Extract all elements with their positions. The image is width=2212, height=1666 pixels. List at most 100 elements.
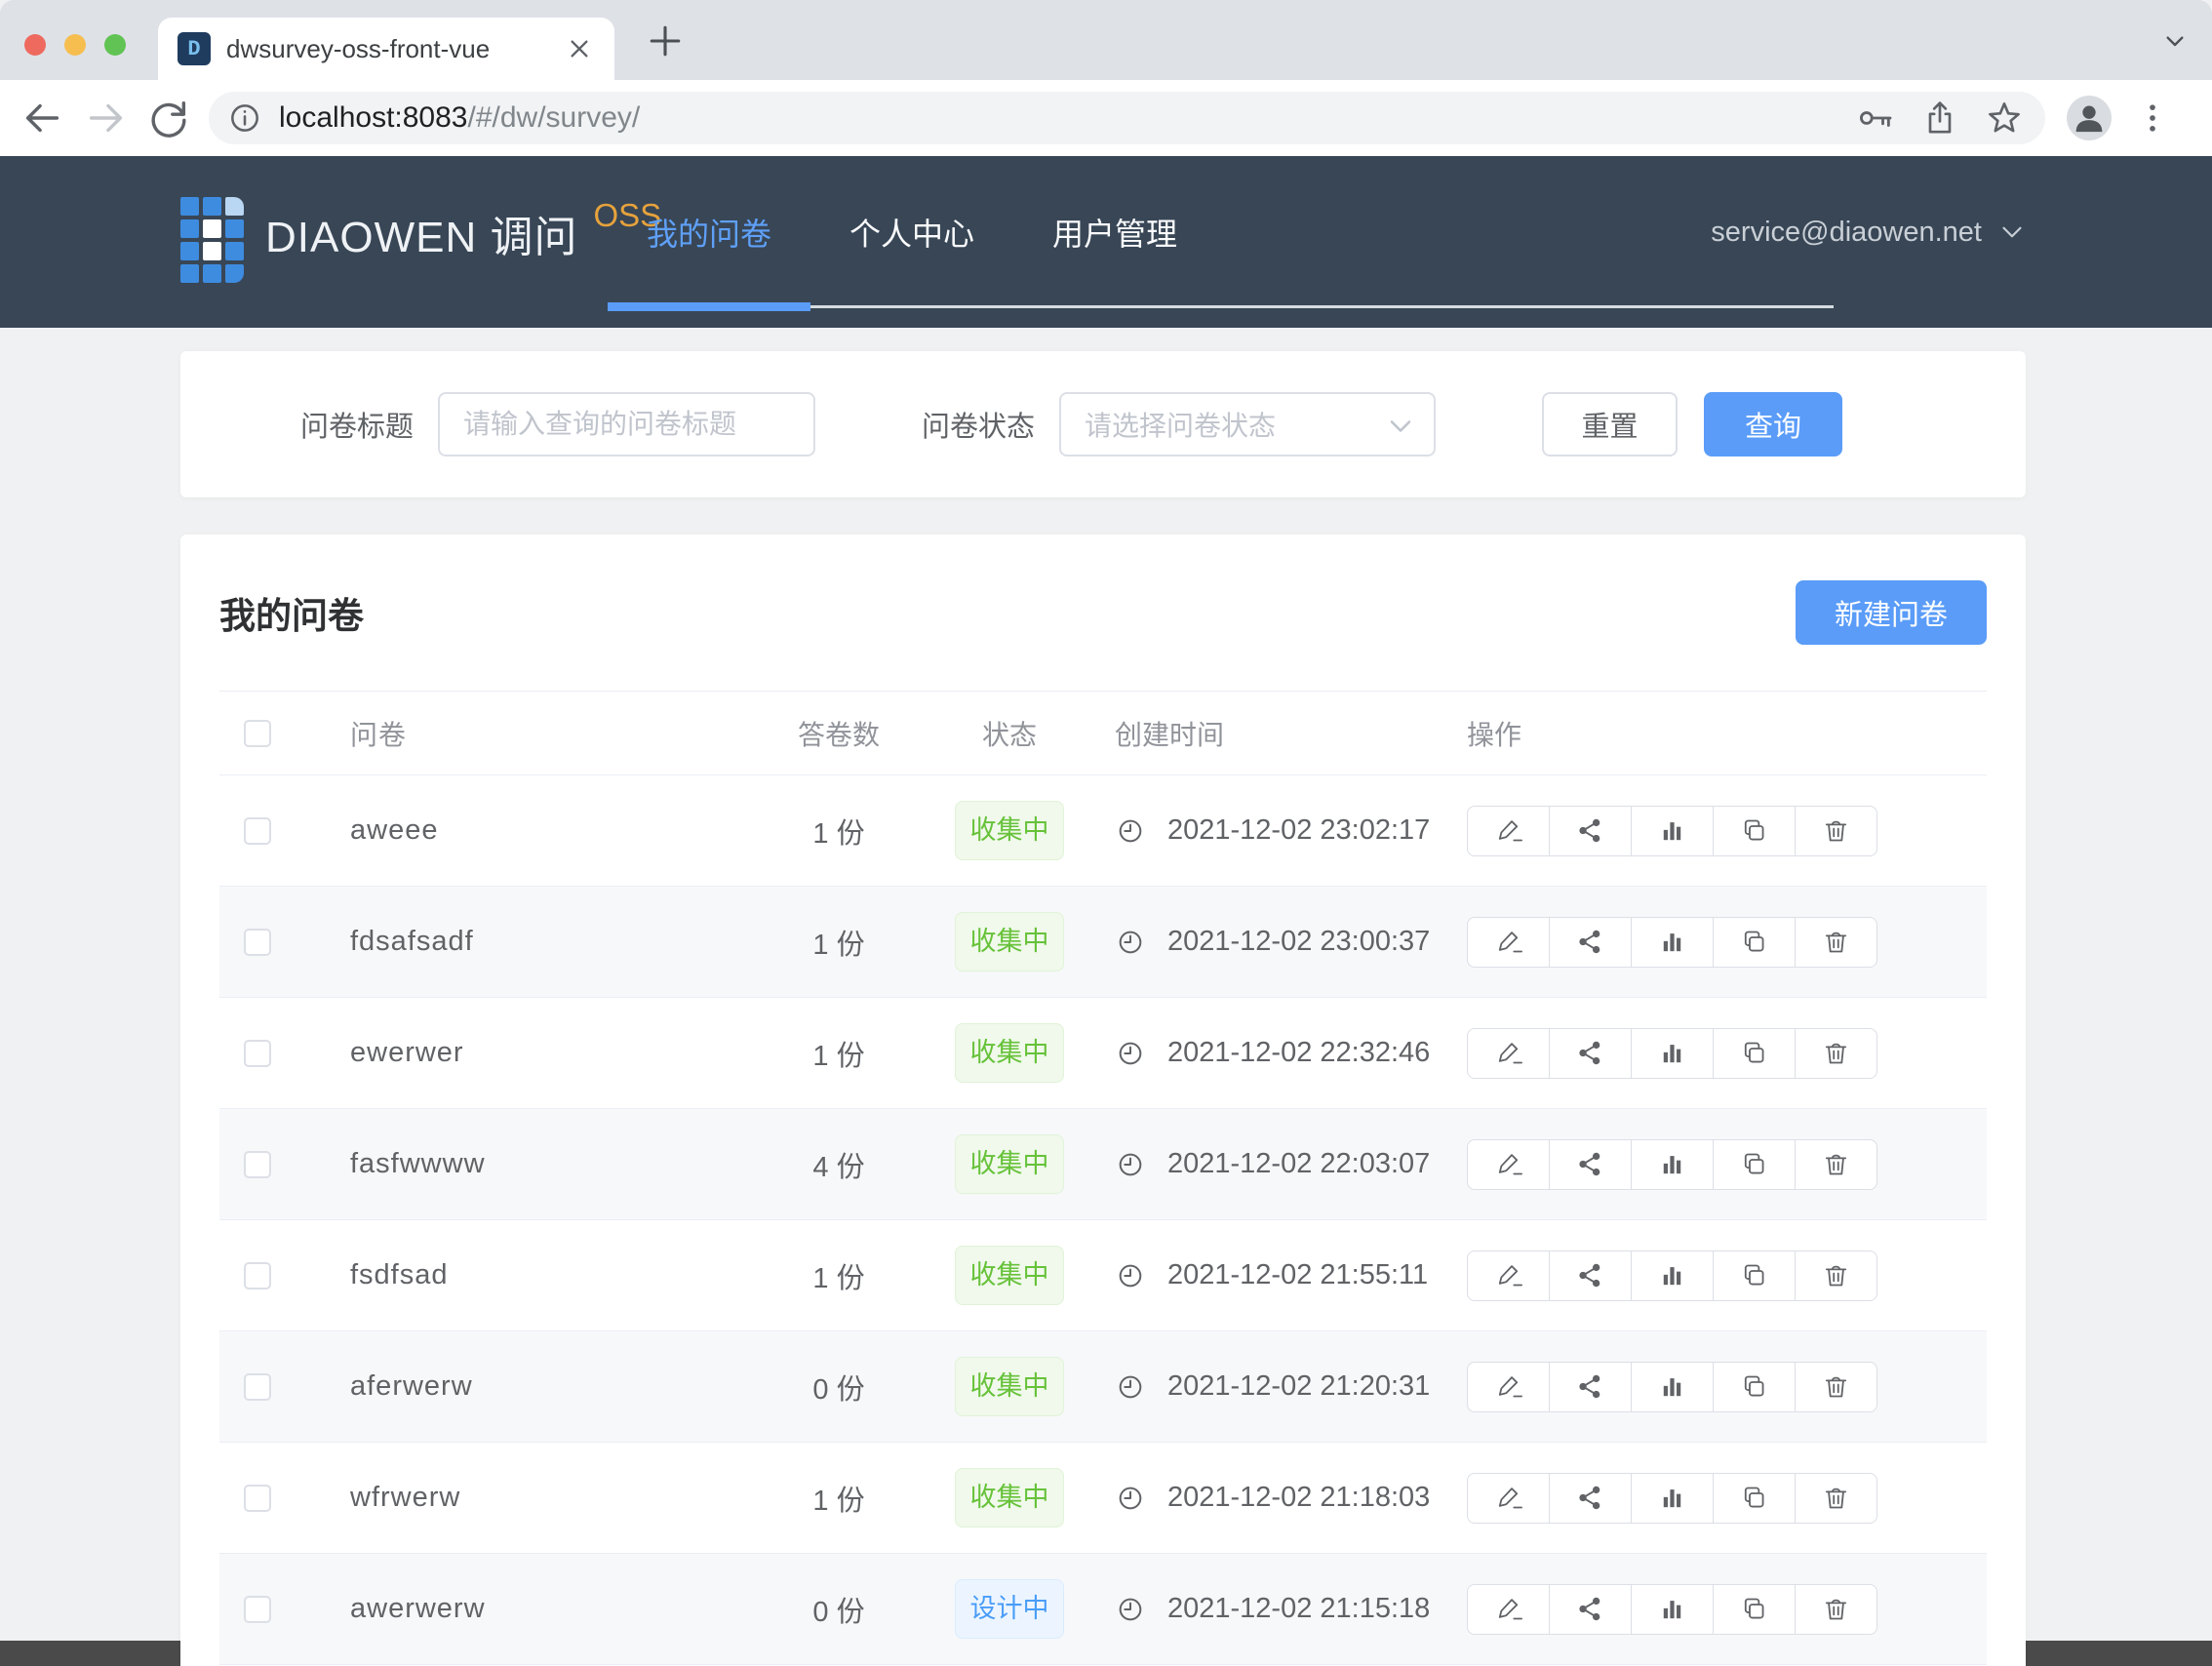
stats-button[interactable] [1631, 1584, 1714, 1635]
stats-button[interactable] [1631, 917, 1714, 968]
window-minimize-button[interactable] [64, 34, 86, 56]
edit-icon [1493, 1483, 1523, 1513]
window-zoom-button[interactable] [104, 34, 126, 56]
trash-icon [1821, 1371, 1851, 1402]
row-checkbox[interactable] [244, 1596, 271, 1623]
select-all-checkbox[interactable] [244, 720, 271, 747]
survey-name[interactable]: fdsafsadf [327, 926, 766, 958]
diaowen-logo[interactable]: DIAOWEN 调问 OSS [180, 195, 661, 283]
copy-button[interactable] [1713, 1362, 1796, 1412]
row-checkbox[interactable] [244, 1262, 271, 1289]
status-badge: 设计中 [955, 1579, 1064, 1639]
share-button[interactable] [1549, 1584, 1632, 1635]
stats-button[interactable] [1631, 1028, 1714, 1079]
delete-button[interactable] [1795, 1362, 1877, 1412]
nav-item-my-surveys[interactable]: 我的问卷 [608, 210, 810, 255]
share-button[interactable] [1549, 806, 1632, 856]
stats-button[interactable] [1631, 1250, 1714, 1301]
copy-button[interactable] [1713, 1139, 1796, 1190]
new-tab-plus-icon[interactable] [644, 20, 687, 62]
password-key-icon[interactable] [1856, 99, 1895, 138]
url-bar-actions [1856, 99, 2024, 138]
delete-button[interactable] [1795, 1584, 1877, 1635]
back-arrow-icon[interactable] [20, 96, 64, 140]
row-action-group [1467, 917, 1877, 968]
share-button[interactable] [1549, 1473, 1632, 1524]
row-checkbox[interactable] [244, 1373, 271, 1401]
stats-button[interactable] [1631, 1473, 1714, 1524]
delete-button[interactable] [1795, 1473, 1877, 1524]
stats-button[interactable] [1631, 1362, 1714, 1412]
copy-button[interactable] [1713, 1028, 1796, 1079]
table-row: fdsafsadf 1 份 收集中 2021-12-02 23:00:37 [219, 887, 1987, 998]
edit-icon [1493, 1260, 1523, 1290]
reset-button[interactable]: 重置 [1542, 392, 1678, 456]
forward-arrow-icon[interactable] [84, 96, 129, 140]
row-checkbox[interactable] [244, 1485, 271, 1512]
survey-name[interactable]: fasfwwww [327, 1148, 766, 1180]
nav-item-personal-center[interactable]: 个人中心 [810, 210, 1013, 255]
url-bar[interactable]: localhost:8083/#/dw/survey/ [209, 92, 2045, 144]
nav-item-user-management[interactable]: 用户管理 [1013, 210, 1216, 255]
row-checkbox[interactable] [244, 817, 271, 845]
row-checkbox[interactable] [244, 1040, 271, 1067]
copy-button[interactable] [1713, 917, 1796, 968]
reload-icon[interactable] [146, 96, 191, 140]
survey-name[interactable]: wfrwerw [327, 1482, 766, 1514]
copy-button[interactable] [1713, 1584, 1796, 1635]
survey-status-select[interactable]: 请选择问卷状态 [1059, 392, 1436, 456]
share-button[interactable] [1549, 1028, 1632, 1079]
share-button[interactable] [1549, 917, 1632, 968]
profile-avatar-icon[interactable] [2067, 96, 2112, 140]
edit-button[interactable] [1467, 917, 1550, 968]
browser-tab[interactable]: D dwsurvey-oss-front-vue [158, 18, 614, 80]
survey-name[interactable]: fsdfsad [327, 1259, 766, 1291]
edit-button[interactable] [1467, 806, 1550, 856]
window-close-button[interactable] [24, 34, 46, 56]
stats-button[interactable] [1631, 1139, 1714, 1190]
share-button[interactable] [1549, 1362, 1632, 1412]
window-controls [24, 34, 126, 56]
survey-name[interactable]: aweee [327, 814, 766, 847]
delete-button[interactable] [1795, 1028, 1877, 1079]
edit-button[interactable] [1467, 1028, 1550, 1079]
edit-button[interactable] [1467, 1139, 1550, 1190]
share-button[interactable] [1549, 1139, 1632, 1190]
tab-overflow-chevron-icon[interactable] [2159, 25, 2191, 57]
survey-name[interactable]: aferwerw [327, 1370, 766, 1403]
survey-name[interactable]: ewerwer [327, 1037, 766, 1069]
copy-icon [1739, 1149, 1769, 1179]
edit-button[interactable] [1467, 1584, 1550, 1635]
delete-button[interactable] [1795, 1139, 1877, 1190]
delete-button[interactable] [1795, 917, 1877, 968]
overflow-menu-icon[interactable] [2133, 99, 2172, 138]
created-time: 2021-12-02 23:02:17 [1167, 814, 1430, 847]
survey-title-input[interactable] [438, 392, 815, 456]
copy-button[interactable] [1713, 1250, 1796, 1301]
query-button[interactable]: 查询 [1704, 392, 1842, 456]
edit-button[interactable] [1467, 1250, 1550, 1301]
main-nav: 我的问卷 个人中心 用户管理 [608, 156, 1216, 308]
create-survey-button[interactable]: 新建问卷 [1796, 580, 1987, 645]
tab-close-icon[interactable] [564, 33, 595, 64]
row-checkbox[interactable] [244, 929, 271, 956]
bar-chart-icon [1657, 927, 1687, 957]
edit-icon [1493, 1149, 1523, 1179]
delete-button[interactable] [1795, 1250, 1877, 1301]
share-alt-icon [1575, 1594, 1605, 1624]
edit-button[interactable] [1467, 1473, 1550, 1524]
delete-button[interactable] [1795, 806, 1877, 856]
stats-button[interactable] [1631, 806, 1714, 856]
survey-name[interactable]: awerwerw [327, 1593, 766, 1625]
row-checkbox[interactable] [244, 1151, 271, 1178]
page-info-icon[interactable] [226, 99, 263, 137]
bookmark-star-icon[interactable] [1985, 99, 2024, 138]
copy-button[interactable] [1713, 1473, 1796, 1524]
share-icon[interactable] [1920, 99, 1959, 138]
copy-button[interactable] [1713, 806, 1796, 856]
trash-icon [1821, 1038, 1851, 1068]
edit-button[interactable] [1467, 1362, 1550, 1412]
share-button[interactable] [1549, 1250, 1632, 1301]
user-menu[interactable]: service@diaowen.net [1711, 156, 2029, 308]
url-text[interactable]: localhost:8083/#/dw/survey/ [279, 101, 640, 135]
